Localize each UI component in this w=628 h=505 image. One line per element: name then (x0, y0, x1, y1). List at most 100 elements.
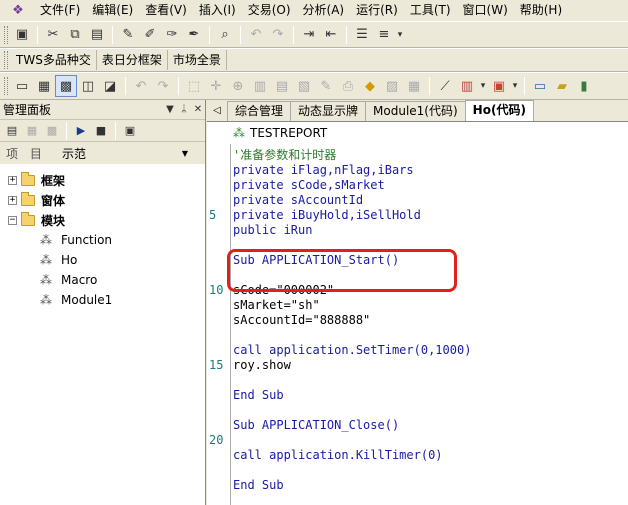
view-icon[interactable]: ▦ (22, 122, 42, 140)
trend-icon[interactable]: ⟋ (434, 75, 456, 97)
color-icon[interactable]: ▣ (488, 75, 510, 97)
expand-icon[interactable]: + (8, 195, 17, 205)
window-icon[interactable]: ◫ (77, 75, 99, 97)
line-number: 20 (209, 433, 224, 447)
grid-icon[interactable]: ▩ (55, 75, 77, 97)
collapse-icon[interactable]: − (8, 215, 17, 225)
book-icon[interactable]: ▮ (573, 75, 595, 97)
add-item-icon[interactable]: ▣ (120, 122, 140, 140)
formula-icon[interactable]: ▨ (381, 75, 403, 97)
print-icon[interactable]: ⎙ (337, 75, 359, 97)
menu-view[interactable]: 查看(V) (139, 0, 193, 20)
menu-window[interactable]: 窗口(W) (457, 0, 514, 20)
folder-icon[interactable]: ▰ (551, 75, 573, 97)
menu-analysis[interactable]: 分析(A) (297, 0, 351, 20)
pen3-icon[interactable]: ✑ (161, 24, 183, 46)
pen-icon[interactable]: ✎ (117, 24, 139, 46)
cut-icon[interactable]: ✂ (42, 24, 64, 46)
app-icon[interactable]: ❖ (8, 1, 28, 19)
comment-block-icon[interactable]: ☰ (351, 24, 373, 46)
run-icon[interactable]: ▶ (71, 122, 91, 140)
module-icon: ⁂ (40, 293, 52, 307)
edit-icon[interactable]: ✎ (315, 75, 337, 97)
tree-item-ho[interactable]: ⁂ Ho (0, 250, 205, 270)
code-text[interactable]: '准备参数和计时器 private iFlag,nFlag,iBars priv… (232, 148, 628, 493)
select-icon[interactable]: ⬚ (183, 75, 205, 97)
project-combo[interactable]: 示范 ▼ (58, 144, 191, 162)
find-icon[interactable]: ⌕ (214, 24, 236, 46)
table-icon[interactable]: ▥ (249, 75, 271, 97)
module-icon: ⁂ (40, 253, 52, 267)
tree-item-macro[interactable]: ⁂ Macro (0, 270, 205, 290)
code-line: sAccountId="888888" (233, 313, 371, 327)
tab-scroll-left-icon[interactable]: ◁ (207, 101, 227, 121)
copy-icon[interactable]: ⧉ (64, 24, 86, 46)
separator (293, 25, 294, 44)
toolbar-grip[interactable] (4, 25, 8, 44)
toolbar-grip[interactable] (4, 77, 8, 95)
workspace-market[interactable]: 市场全景 (168, 50, 227, 70)
pen4-icon[interactable]: ✒ (183, 24, 205, 46)
tree-item-function[interactable]: ⁂ Function (0, 230, 205, 250)
crosshair-icon[interactable]: ✛ (205, 75, 227, 97)
panel-menu-icon[interactable]: ▼ (163, 104, 177, 115)
tree-node-label: 模块 (41, 213, 66, 228)
open-icon[interactable]: ▭ (11, 75, 33, 97)
tree-item-module1[interactable]: ⁂ Module1 (0, 290, 205, 310)
separator (115, 121, 116, 140)
undo-icon[interactable]: ↶ (245, 24, 267, 46)
menu-insert[interactable]: 插入(I) (193, 0, 242, 20)
project-label: 项 目 (6, 146, 46, 161)
code-editor[interactable]: 5 10 15 20 '准备参数和计时器 private iFlag,nFlag… (207, 144, 628, 505)
monitor-icon[interactable]: ▭ (529, 75, 551, 97)
layout-icon[interactable]: ▦ (403, 75, 425, 97)
tree-node-frames[interactable]: + 框架 (0, 170, 205, 190)
chevron-down-icon[interactable]: ▼ (179, 149, 191, 158)
design-icon[interactable]: ▩ (42, 122, 62, 140)
menu-help[interactable]: 帮助(H) (514, 0, 568, 20)
folder-icon (21, 171, 35, 186)
close-icon[interactable]: ✕ (191, 104, 205, 115)
dropdown-icon[interactable]: ▾ (478, 75, 488, 97)
paste-icon[interactable]: ▤ (86, 24, 108, 46)
pin-icon[interactable]: ᛦ (177, 104, 191, 115)
chart-icon[interactable]: ▧ (293, 75, 315, 97)
tab-module1-code[interactable]: Module1(代码) (365, 101, 466, 121)
menu-edit[interactable]: 编辑(E) (86, 0, 139, 20)
dropdown-icon[interactable]: ▾ (510, 75, 520, 97)
outdent-icon[interactable]: ⇤ (320, 24, 342, 46)
workspace-daily[interactable]: 表日分框架 (97, 50, 168, 70)
bars-icon[interactable]: ▥ (456, 75, 478, 97)
indent-icon[interactable]: ⇥ (298, 24, 320, 46)
menu-trade[interactable]: 交易(O) (242, 0, 297, 20)
expand-icon[interactable]: + (8, 175, 17, 185)
panel-icon[interactable]: ▦ (33, 75, 55, 97)
code-line: Sub APPLICATION_Close() (233, 418, 400, 432)
tab-dynamic-board[interactable]: 动态显示牌 (290, 101, 367, 121)
workspace-tws[interactable]: TWS多品种交 (11, 50, 97, 70)
menu-run[interactable]: 运行(R) (350, 0, 404, 20)
redo-icon[interactable]: ↷ (152, 75, 174, 97)
toolbar-options-icon[interactable]: ▾ (395, 24, 405, 46)
tree-node-forms[interactable]: + 窗体 (0, 190, 205, 210)
project-value: 示范 (62, 146, 87, 161)
picture-icon[interactable]: ◪ (99, 75, 121, 97)
properties-icon[interactable]: ▤ (2, 122, 22, 140)
pen2-icon[interactable]: ✐ (139, 24, 161, 46)
menu-file[interactable]: 文件(F) (34, 0, 86, 20)
menu-tools[interactable]: 工具(T) (404, 0, 457, 20)
uncomment-block-icon[interactable]: ≡ (373, 24, 395, 46)
separator (125, 77, 126, 95)
tree-node-modules[interactable]: − 模块 (0, 210, 205, 230)
save-icon[interactable]: ▣ (11, 24, 33, 46)
toolbar-grip[interactable] (4, 51, 8, 69)
tab-ho-code[interactable]: Ho(代码) (464, 100, 534, 121)
list-icon[interactable]: ▤ (271, 75, 293, 97)
stop-icon[interactable]: ■ (91, 122, 111, 140)
warning-icon[interactable]: ◆ (359, 75, 381, 97)
tab-overview[interactable]: 综合管理 (227, 101, 292, 121)
zoom-icon[interactable]: ⊕ (227, 75, 249, 97)
undo-icon[interactable]: ↶ (130, 75, 152, 97)
redo-icon[interactable]: ↷ (267, 24, 289, 46)
